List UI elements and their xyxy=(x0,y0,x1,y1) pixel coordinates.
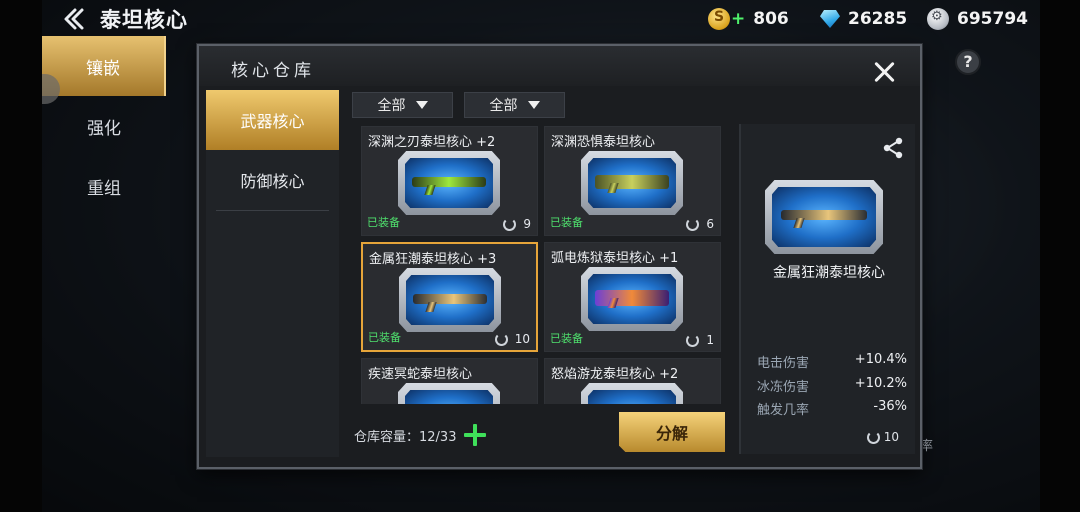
gold-currency[interactable]: + 806 xyxy=(708,8,789,30)
rifle-icon xyxy=(595,290,669,306)
refresh-icon xyxy=(866,430,880,444)
core-name: 深渊恐惧泰坦核心 xyxy=(551,135,656,150)
page-title: 泰坦核心 xyxy=(100,8,188,32)
nav-item-reforge[interactable]: 重组 xyxy=(42,156,166,216)
tab-defense-core[interactable]: 防御核心 xyxy=(206,150,339,210)
refresh-icon xyxy=(686,217,700,231)
nav-item-inlay[interactable]: 镶嵌 xyxy=(42,36,166,96)
core-card[interactable]: 深渊恐惧泰坦核心 已装备 6 xyxy=(544,126,721,236)
core-level: 6 xyxy=(686,217,714,231)
diamond-currency[interactable]: 26285 xyxy=(820,8,907,30)
chevron-down-icon xyxy=(415,101,428,109)
close-icon[interactable] xyxy=(872,60,898,86)
capacity-text: 仓库容量：12/33 xyxy=(354,429,457,445)
core-card[interactable]: 深渊之刃泰坦核心 +2 已装备 9 xyxy=(361,126,538,236)
refresh-icon xyxy=(494,332,508,346)
detail-core-image xyxy=(765,180,883,254)
left-letterbox xyxy=(0,0,42,512)
rifle-icon xyxy=(781,210,867,220)
core-image xyxy=(398,151,500,215)
refresh-icon xyxy=(503,217,517,231)
nav-item-enhance[interactable]: 强化 xyxy=(42,96,166,156)
core-card[interactable]: 怒焰游龙泰坦核心 +2 xyxy=(544,358,721,404)
modal-header: 核心仓库 xyxy=(199,46,920,86)
filter-2-value: 全部 xyxy=(489,98,518,114)
detail-level: 10 xyxy=(866,430,899,444)
silver-coin-icon xyxy=(927,8,949,30)
core-name: 疾速冥蛇泰坦核心 xyxy=(368,367,473,382)
filter-dropdown-1[interactable]: 全部 xyxy=(352,92,453,118)
stat-value: +10.2% xyxy=(854,376,907,391)
diamond-amount: 26285 xyxy=(848,9,908,29)
decompose-button[interactable]: 分解 xyxy=(619,412,725,452)
core-image xyxy=(399,268,501,332)
equipped-badge: 已装备 xyxy=(367,216,400,229)
filter-1-value: 全部 xyxy=(377,98,406,114)
core-level-value: 9 xyxy=(523,217,531,231)
stat-label: 冰冻伤害 xyxy=(757,380,810,395)
core-level: 1 xyxy=(686,333,714,347)
core-image xyxy=(581,267,683,331)
refresh-icon xyxy=(686,333,700,347)
core-name: 金属狂潮泰坦核心 +3 xyxy=(369,252,497,267)
core-level: 10 xyxy=(494,332,530,346)
equipped-badge: 已装备 xyxy=(550,216,583,229)
core-name: 弧电炼狱泰坦核心 +1 xyxy=(551,251,679,266)
core-card[interactable]: 疾速冥蛇泰坦核心 xyxy=(361,358,538,404)
core-name: 怒焰游龙泰坦核心 +2 xyxy=(551,367,679,382)
rifle-icon xyxy=(413,294,487,304)
stat-row: 触发几率 -36% xyxy=(757,399,907,418)
core-type-tabs: 武器核心 防御核心 xyxy=(206,90,339,457)
stat-value: +10.4% xyxy=(854,352,907,367)
silver-amount: 695794 xyxy=(957,9,1028,29)
stat-label: 电击伤害 xyxy=(757,356,810,371)
filter-dropdown-2[interactable]: 全部 xyxy=(464,92,565,118)
detail-core-name: 金属狂潮泰坦核心 xyxy=(773,265,885,281)
detail-level-value: 10 xyxy=(883,430,899,444)
core-level-value: 1 xyxy=(706,333,714,347)
core-warehouse-modal: 核心仓库 武器核心 防御核心 全部 全部 深渊之刃泰坦核心 +2 已装备 9 深… xyxy=(197,44,922,469)
back-arrow-icon[interactable] xyxy=(60,6,86,32)
stat-row: 电击伤害 +10.4% xyxy=(757,352,907,371)
core-grid[interactable]: 深渊之刃泰坦核心 +2 已装备 9 深渊恐惧泰坦核心 已装备 6 金属狂潮泰坦核… xyxy=(361,126,727,404)
core-image xyxy=(581,151,683,215)
right-letterbox xyxy=(1040,0,1080,512)
core-name: 深渊之刃泰坦核心 +2 xyxy=(368,135,496,150)
gold-coin-icon xyxy=(708,8,730,30)
tab-weapon-core[interactable]: 武器核心 xyxy=(206,90,339,150)
core-image xyxy=(581,383,683,404)
diamond-icon xyxy=(820,10,840,28)
rifle-icon xyxy=(412,177,486,187)
stat-value: -36% xyxy=(873,399,907,414)
top-bar: 泰坦核心 + 806 26285 695794 xyxy=(42,0,1040,38)
equipped-badge: 已装备 xyxy=(368,331,401,344)
core-level-value: 6 xyxy=(706,217,714,231)
tab-divider xyxy=(216,210,329,211)
gold-amount: 806 xyxy=(753,9,789,29)
stat-row: 冰冻伤害 +10.2% xyxy=(757,376,907,395)
core-detail-panel: 金属狂潮泰坦核心 电击伤害 +10.4% 冰冻伤害 +10.2% 触发几率 -3… xyxy=(739,124,915,454)
core-card[interactable]: 弧电炼狱泰坦核心 +1 已装备 1 xyxy=(544,242,721,352)
equipped-badge: 已装备 xyxy=(550,332,583,345)
modal-title: 核心仓库 xyxy=(231,61,315,81)
core-level: 9 xyxy=(503,217,531,231)
left-nav: 镶嵌 强化 重组 xyxy=(42,36,166,216)
core-image xyxy=(398,383,500,404)
expand-capacity-plus-icon[interactable] xyxy=(464,424,487,446)
stat-label: 触发几率 xyxy=(757,403,810,418)
add-gold-icon[interactable]: + xyxy=(731,9,745,29)
help-icon[interactable]: ? xyxy=(955,49,981,75)
core-card-selected[interactable]: 金属狂潮泰坦核心 +3 已装备 10 xyxy=(361,242,538,352)
core-level-value: 10 xyxy=(514,332,530,346)
warehouse-capacity: 仓库容量：12/33 xyxy=(354,424,487,446)
rifle-icon xyxy=(595,175,669,189)
silver-currency[interactable]: 695794 xyxy=(927,8,1028,30)
share-icon[interactable] xyxy=(881,136,905,160)
chevron-down-icon xyxy=(527,101,540,109)
